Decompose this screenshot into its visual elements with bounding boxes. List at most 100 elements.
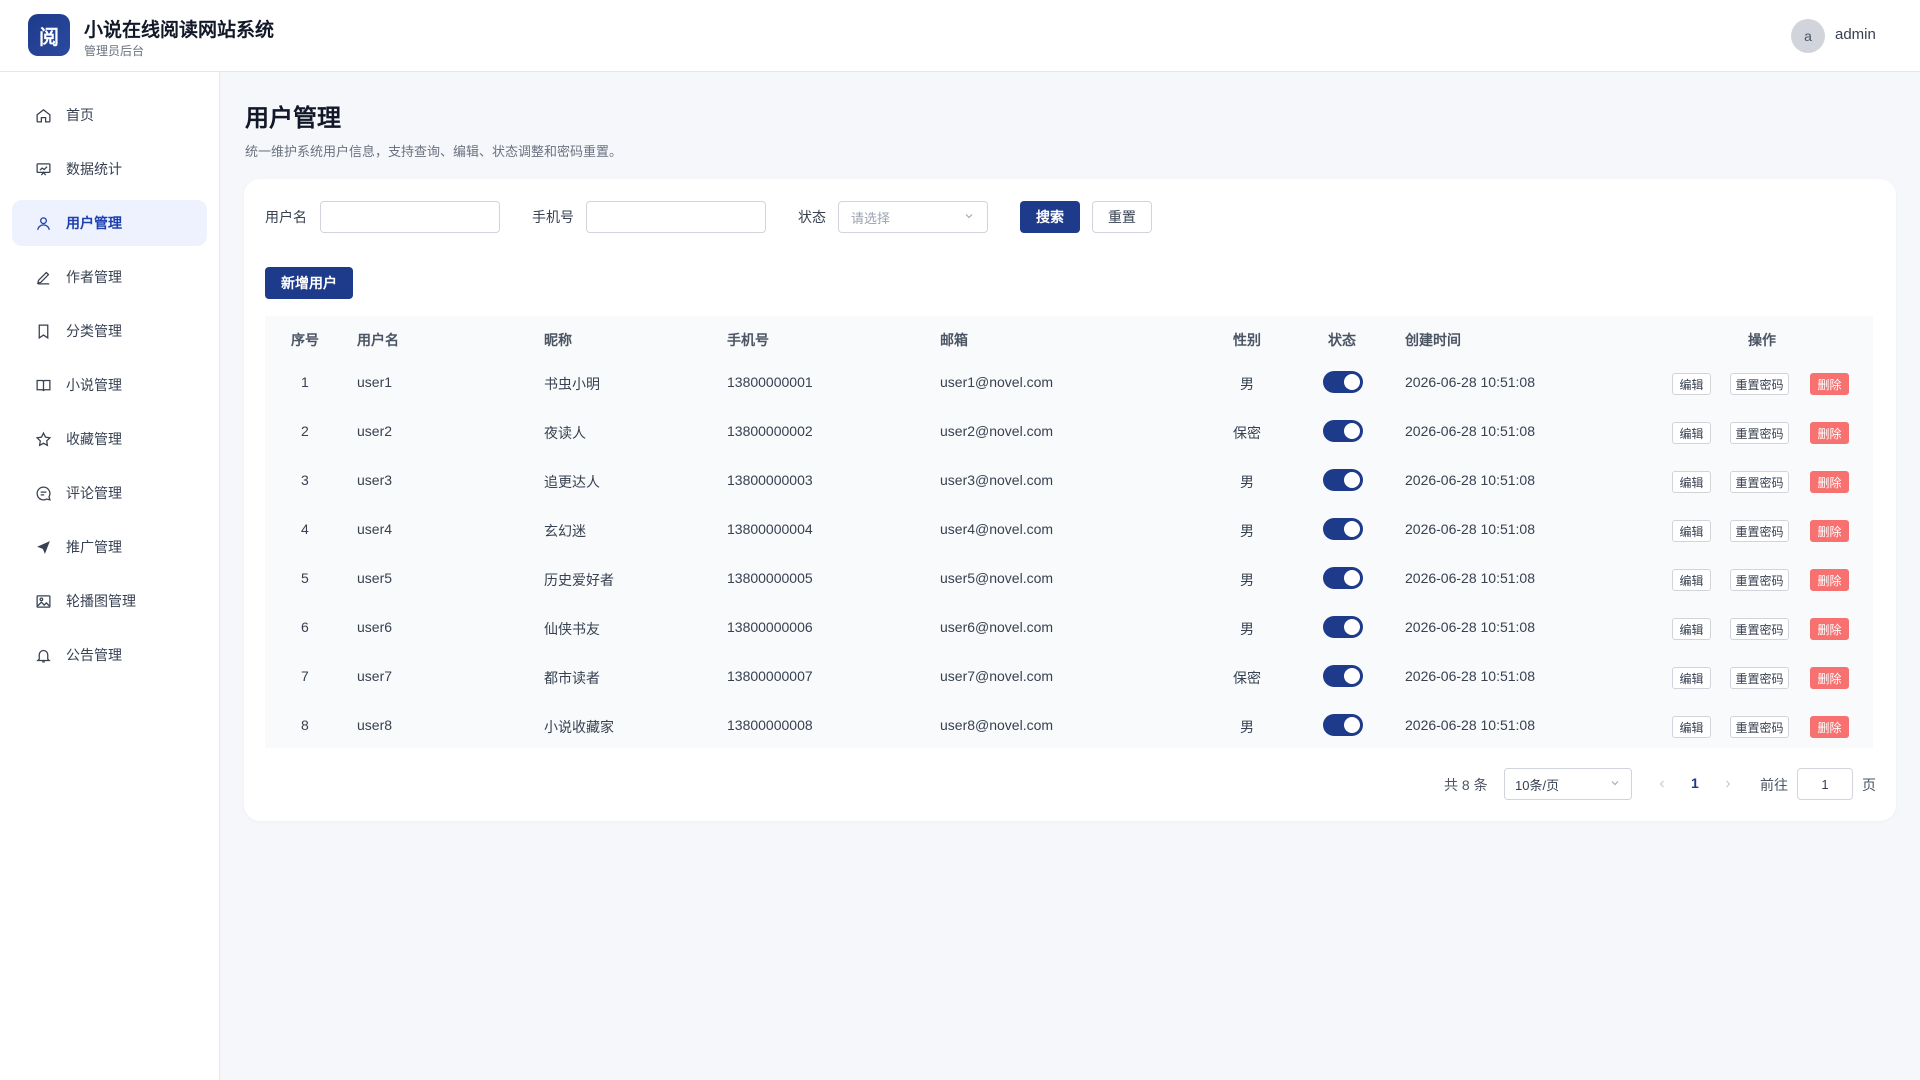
header-created: 创建时间 <box>1405 332 1461 348</box>
edit-button[interactable]: 编辑 <box>1672 520 1711 542</box>
prev-page-button[interactable] <box>1656 777 1668 793</box>
table-row: 1 user1 书虫小明 13800000001 user1@novel.com… <box>265 359 1873 408</box>
edit-button[interactable]: 编辑 <box>1672 569 1711 591</box>
sidebar-item-stats[interactable]: 数据统计 <box>12 146 207 192</box>
status-toggle[interactable] <box>1323 371 1363 393</box>
cell-created: 2026-06-28 10:51:08 <box>1405 423 1535 439</box>
header-gender: 性别 <box>1233 332 1261 348</box>
cell-phone: 13800000003 <box>727 472 813 488</box>
user-name[interactable]: admin <box>1835 26 1876 43</box>
sidebar-item-label: 首页 <box>66 107 94 123</box>
header-status: 状态 <box>1328 332 1356 348</box>
sidebar-item-promotion[interactable]: 推广管理 <box>12 524 207 570</box>
page-size-select[interactable]: 10条/页 <box>1504 768 1632 800</box>
table-row: 8 user8 小说收藏家 13800000008 user8@novel.co… <box>265 702 1873 751</box>
reset-password-button[interactable]: 重置密码 <box>1730 618 1789 640</box>
delete-button[interactable]: 删除 <box>1810 373 1849 395</box>
sidebar-item-label: 收藏管理 <box>66 431 122 447</box>
delete-button[interactable]: 删除 <box>1810 422 1849 444</box>
phone-label: 手机号 <box>532 209 574 225</box>
sidebar-item-comments[interactable]: 评论管理 <box>12 470 207 516</box>
status-select[interactable]: 请选择 <box>838 201 988 233</box>
sidebar-item-favorites[interactable]: 收藏管理 <box>12 416 207 462</box>
goto-page-input[interactable]: 1 <box>1797 768 1853 800</box>
cell-index: 7 <box>301 668 309 684</box>
avatar[interactable]: a <box>1791 19 1825 53</box>
table-row: 5 user5 历史爱好者 13800000005 user5@novel.co… <box>265 555 1873 604</box>
sidebar-item-notices[interactable]: 公告管理 <box>12 632 207 678</box>
cell-nickname: 夜读人 <box>544 425 586 441</box>
page-title: 用户管理 <box>245 105 341 132</box>
edit-button[interactable]: 编辑 <box>1672 716 1711 738</box>
edit-button[interactable]: 编辑 <box>1672 667 1711 689</box>
edit-button[interactable]: 编辑 <box>1672 422 1711 444</box>
delete-button[interactable]: 删除 <box>1810 716 1849 738</box>
cell-phone: 13800000004 <box>727 521 813 537</box>
status-toggle[interactable] <box>1323 567 1363 589</box>
reset-password-button[interactable]: 重置密码 <box>1730 373 1789 395</box>
sidebar-item-home[interactable]: 首页 <box>12 92 207 138</box>
delete-button[interactable]: 删除 <box>1810 471 1849 493</box>
cell-created: 2026-06-28 10:51:08 <box>1405 619 1535 635</box>
reset-password-button[interactable]: 重置密码 <box>1730 716 1789 738</box>
header-email: 邮箱 <box>940 332 968 348</box>
status-toggle[interactable] <box>1323 469 1363 491</box>
cell-phone: 13800000007 <box>727 668 813 684</box>
bell-icon <box>34 646 52 664</box>
star-icon <box>34 430 52 448</box>
reset-password-button[interactable]: 重置密码 <box>1730 667 1789 689</box>
edit-button[interactable]: 编辑 <box>1672 471 1711 493</box>
sidebar-item-banners[interactable]: 轮播图管理 <box>12 578 207 624</box>
header-index: 序号 <box>291 332 319 348</box>
pagination-total: 共 8 条 <box>1444 777 1488 793</box>
delete-button[interactable]: 删除 <box>1810 618 1849 640</box>
username-input[interactable] <box>320 201 500 233</box>
status-toggle[interactable] <box>1323 616 1363 638</box>
cell-phone: 13800000001 <box>727 374 813 390</box>
sidebar-item-categories[interactable]: 分类管理 <box>12 308 207 354</box>
edit-button[interactable]: 编辑 <box>1672 618 1711 640</box>
sidebar-item-authors[interactable]: 作者管理 <box>12 254 207 300</box>
cell-username: user6 <box>357 619 393 635</box>
search-button[interactable]: 搜索 <box>1020 201 1080 233</box>
delete-button[interactable]: 删除 <box>1810 569 1849 591</box>
status-toggle[interactable] <box>1323 518 1363 540</box>
reset-button[interactable]: 重置 <box>1092 201 1152 233</box>
status-toggle[interactable] <box>1323 714 1363 736</box>
reset-password-button[interactable]: 重置密码 <box>1730 520 1789 542</box>
sidebar-item-users[interactable]: 用户管理 <box>12 200 207 246</box>
cell-username: user7 <box>357 668 393 684</box>
username-label: 用户名 <box>265 209 307 225</box>
reset-password-button[interactable]: 重置密码 <box>1730 471 1789 493</box>
chart-icon <box>34 160 52 178</box>
user-table: 序号 用户名 昵称 手机号 邮箱 性别 状态 创建时间 操作 1 user1 书… <box>265 316 1873 748</box>
cell-nickname: 历史爱好者 <box>544 572 614 588</box>
cell-phone: 13800000006 <box>727 619 813 635</box>
delete-button[interactable]: 删除 <box>1810 520 1849 542</box>
phone-input[interactable] <box>586 201 766 233</box>
cell-email: user5@novel.com <box>940 570 1054 586</box>
status-toggle[interactable] <box>1323 665 1363 687</box>
sidebar-item-novels[interactable]: 小说管理 <box>12 362 207 408</box>
delete-button[interactable]: 删除 <box>1810 667 1849 689</box>
app-logo: 阅 <box>28 14 70 56</box>
cell-index: 3 <box>301 472 309 488</box>
add-user-button[interactable]: 新增用户 <box>265 267 353 299</box>
table-row: 2 user2 夜读人 13800000002 user2@novel.com … <box>265 408 1873 457</box>
next-page-button[interactable] <box>1722 777 1734 793</box>
reset-password-button[interactable]: 重置密码 <box>1730 422 1789 444</box>
cell-nickname: 小说收藏家 <box>544 719 614 735</box>
cell-email: user3@novel.com <box>940 472 1054 488</box>
cell-phone: 13800000005 <box>727 570 813 586</box>
cell-nickname: 仙侠书友 <box>544 621 600 637</box>
sidebar-item-label: 公告管理 <box>66 647 122 663</box>
header-phone: 手机号 <box>727 332 769 348</box>
cell-username: user1 <box>357 374 393 390</box>
cell-nickname: 书虫小明 <box>544 376 600 392</box>
comment-icon <box>34 484 52 502</box>
status-toggle[interactable] <box>1323 420 1363 442</box>
current-page-number[interactable]: 1 <box>1691 775 1699 791</box>
edit-button[interactable]: 编辑 <box>1672 373 1711 395</box>
reset-password-button[interactable]: 重置密码 <box>1730 569 1789 591</box>
header-nickname: 昵称 <box>544 332 572 348</box>
